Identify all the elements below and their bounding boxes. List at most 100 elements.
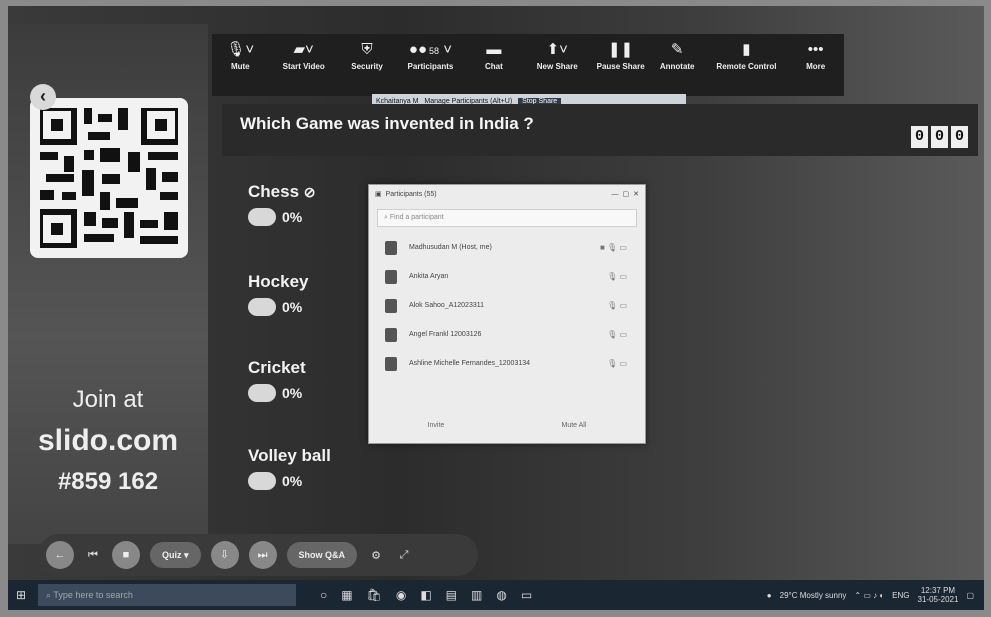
system-tray: ● 29°C Mostly sunny ⌃ ▭ ♪ ◐ ENG 12:37 PM… bbox=[767, 586, 984, 604]
option-label: Cricket bbox=[248, 358, 306, 377]
slido-control-bar: ← ⏮ ■ Quiz ▾ ⇩ ⏭ Show Q&A ⚙ ⤢ bbox=[38, 534, 478, 576]
task-view-icon[interactable]: ○ bbox=[320, 588, 327, 602]
participant-row[interactable]: Angel Frankl 12003126 🎙 ▭ bbox=[369, 320, 645, 349]
avatar bbox=[385, 240, 397, 255]
weather-text[interactable]: 29°C Mostly sunny bbox=[780, 591, 847, 600]
app-icon[interactable]: ◧ bbox=[420, 588, 431, 602]
store-icon[interactable]: 🛍 bbox=[367, 588, 382, 602]
skip-back-icon[interactable]: ⏮ bbox=[84, 549, 102, 562]
chrome-icon[interactable]: ◉ bbox=[396, 588, 406, 602]
option-percent: 0% bbox=[282, 209, 303, 225]
maximize-icon[interactable]: ▢ bbox=[623, 190, 630, 198]
shield-icon: ⛨ bbox=[361, 41, 373, 58]
share-icon: ⬆˅ bbox=[546, 41, 568, 58]
result-toggle bbox=[248, 298, 276, 316]
option-label: Chess bbox=[248, 182, 300, 201]
back-icon[interactable]: ‹ bbox=[30, 84, 56, 110]
windows-taskbar: ⊞ ⌕ Type here to search ○ ▦ 🛍 ◉ ◧ ▤ ▥ ◍ … bbox=[8, 580, 984, 610]
next-icon[interactable]: ⏭ bbox=[248, 541, 277, 569]
participant-row[interactable]: Ankita Aryan 🎙 ▭ bbox=[369, 262, 645, 291]
qr-code-icon bbox=[40, 108, 178, 248]
windows-start-icon[interactable]: ⊞ bbox=[8, 588, 34, 602]
minimize-icon[interactable]: — bbox=[612, 191, 619, 198]
mic-video-icons: 🎙 ▭ bbox=[607, 330, 627, 339]
new-share-button[interactable]: ⬆˅ New Share bbox=[522, 34, 592, 71]
participants-window: ▣ Participants (55) — ▢ ✕ ⌕ Find a parti… bbox=[368, 184, 646, 444]
mic-video-icons: ■ 🎙 ▭ bbox=[600, 243, 627, 252]
mouse-icon: ▮ bbox=[742, 41, 751, 58]
counter-digit: 0 bbox=[931, 126, 948, 148]
shared-screen: ‹ Join at slido.com #859 162 🎙˅ Mute ▰˅ … bbox=[8, 6, 984, 610]
notifications-icon[interactable]: ▢ bbox=[966, 591, 974, 600]
option-percent: 0% bbox=[282, 473, 303, 489]
taskbar-apps: ○ ▦ 🛍 ◉ ◧ ▤ ▥ ◍ ▭ bbox=[320, 588, 532, 602]
window-icon: ▣ bbox=[375, 191, 382, 198]
stop-icon[interactable]: ■ bbox=[112, 541, 140, 569]
mode-dropdown[interactable]: Quiz ▾ bbox=[150, 542, 201, 568]
participant-row[interactable]: Alok Sahoo_A12023311 🎙 ▭ bbox=[369, 291, 645, 320]
option-label: Hockey bbox=[248, 272, 309, 291]
invite-button[interactable]: Invite bbox=[428, 422, 445, 429]
more-icon: ••• bbox=[807, 41, 824, 58]
participants-titlebar: ▣ Participants (55) — ▢ ✕ bbox=[369, 185, 645, 203]
participants-footer: Invite Mute All bbox=[369, 422, 645, 429]
clock[interactable]: 12:37 PM 31-05-2021 bbox=[918, 586, 959, 604]
participant-search-input[interactable]: ⌕ Find a participant bbox=[377, 209, 637, 227]
settings-icon[interactable]: ⚙ bbox=[367, 549, 385, 562]
show-qa-button[interactable]: Show Q&A bbox=[286, 542, 358, 568]
upload-icon[interactable]: ⇩ bbox=[210, 541, 239, 569]
avatar bbox=[385, 327, 397, 342]
chat-button[interactable]: ▬ Chat bbox=[466, 34, 523, 71]
fullscreen-icon[interactable]: ⤢ bbox=[395, 549, 413, 562]
mute-button[interactable]: 🎙˅ Mute bbox=[212, 34, 269, 71]
option-label: Volley ball bbox=[248, 446, 331, 465]
mute-all-button[interactable]: Mute All bbox=[561, 422, 586, 429]
more-button[interactable]: ••• More bbox=[787, 34, 844, 71]
result-toggle bbox=[248, 384, 276, 402]
participant-row[interactable]: Madhusudan M (Host, me) ■ 🎙 ▭ bbox=[369, 233, 645, 262]
avatar bbox=[385, 269, 397, 284]
video-icon: ▰˅ bbox=[293, 41, 314, 58]
back-arrow-icon[interactable]: ← bbox=[46, 541, 74, 569]
zoom-app-icon[interactable]: ▭ bbox=[521, 588, 532, 602]
pause-share-button[interactable]: ❚❚ Pause Share bbox=[592, 34, 649, 71]
app-icon[interactable]: ▥ bbox=[471, 588, 482, 602]
pen-icon: ✎ bbox=[670, 41, 684, 58]
remote-control-button[interactable]: ▮ Remote Control bbox=[705, 34, 787, 71]
tray-icons[interactable]: ⌃ ▭ ♪ ◐ bbox=[854, 591, 884, 600]
response-counter: 0 0 0 bbox=[911, 126, 968, 148]
taskbar-search-input[interactable]: ⌕ Type here to search bbox=[38, 584, 296, 606]
chat-icon: ▬ bbox=[486, 41, 502, 58]
option-percent: 0% bbox=[282, 385, 303, 401]
annotate-button[interactable]: ✎ Annotate bbox=[649, 34, 706, 71]
mic-video-icons: 🎙 ▭ bbox=[607, 301, 627, 310]
join-site: slido.com bbox=[37, 424, 179, 457]
participants-count: 58 bbox=[429, 46, 440, 56]
mic-video-icons: 🎙 ▭ bbox=[607, 359, 627, 368]
language-indicator[interactable]: ENG bbox=[892, 591, 909, 600]
mic-video-icons: 🎙 ▭ bbox=[607, 272, 627, 281]
file-explorer-icon[interactable]: ▦ bbox=[341, 588, 352, 602]
qr-code bbox=[30, 98, 188, 258]
close-icon[interactable]: ✕ bbox=[633, 190, 639, 198]
security-button[interactable]: ⛨ Security bbox=[339, 34, 396, 71]
pause-icon: ❚❚ bbox=[608, 41, 634, 58]
app-icon[interactable]: ◍ bbox=[496, 588, 506, 602]
weather-icon: ● bbox=[766, 590, 772, 600]
clock-time: 12:37 PM bbox=[920, 586, 956, 595]
participants-icon: ●● 58 ˅ bbox=[408, 41, 452, 58]
participants-button[interactable]: ●● 58 ˅ Participants bbox=[395, 34, 465, 71]
option-volley-ball: Volley ball 0% bbox=[248, 446, 331, 490]
result-toggle bbox=[248, 472, 276, 490]
clock-date: 31-05-2021 bbox=[917, 595, 959, 604]
result-toggle bbox=[248, 208, 276, 226]
correct-check-icon: ⊘ bbox=[303, 184, 316, 200]
start-video-button[interactable]: ▰˅ Start Video bbox=[269, 34, 339, 71]
participant-row[interactable]: Ashline Michelle Fernandes_12003134 🎙 ▭ bbox=[369, 349, 645, 378]
join-label: Join at bbox=[72, 386, 144, 413]
app-icon[interactable]: ▤ bbox=[446, 588, 457, 602]
option-chess: Chess ⊘ 0% bbox=[248, 182, 316, 226]
slido-left-panel: ‹ Join at slido.com #859 162 bbox=[8, 24, 208, 544]
join-info: Join at slido.com #859 162 bbox=[8, 386, 208, 496]
avatar bbox=[385, 298, 397, 313]
